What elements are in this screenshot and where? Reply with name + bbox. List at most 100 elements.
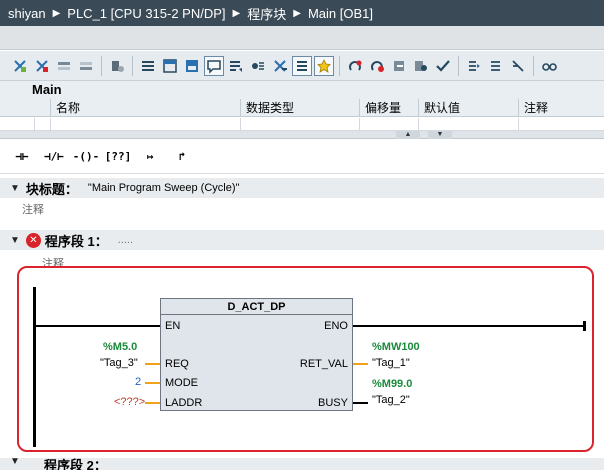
breadcrumb-plc[interactable]: PLC_1 [CPU 315-2 PN/DP]	[67, 6, 225, 21]
breadcrumb-project[interactable]: shiyan	[8, 6, 46, 21]
column-comment[interactable]: 注释	[518, 99, 604, 117]
interface-splitter[interactable]: ▲ ▼	[0, 131, 604, 139]
collapse-up-icon[interactable]: ▲	[396, 131, 420, 139]
en-wire	[36, 325, 160, 327]
interface-empty-row[interactable]	[0, 118, 604, 131]
operand-display-icon[interactable]	[226, 56, 246, 76]
column-default-value[interactable]: 默认值	[418, 99, 518, 117]
network-1-title[interactable]: .....	[118, 234, 133, 246]
empty-box-icon[interactable]: [??]	[104, 144, 132, 170]
nc-contact-icon[interactable]: ⊣/⊢	[40, 144, 68, 170]
insert-network-icon[interactable]	[10, 56, 30, 76]
collapse-caret-icon[interactable]: ▼	[10, 183, 20, 194]
pin-en: EN	[165, 320, 181, 332]
rung-end-marker	[583, 321, 586, 331]
interface-cell	[50, 118, 51, 131]
monitoring-glasses-icon[interactable]	[539, 56, 559, 76]
column-name[interactable]: 名称	[50, 99, 240, 117]
mode-wire	[145, 382, 160, 384]
compare-icon[interactable]	[411, 56, 431, 76]
req-wire	[145, 363, 160, 365]
window-split-icon[interactable]	[160, 56, 180, 76]
delete-call-icon[interactable]	[367, 56, 387, 76]
no-contact-icon[interactable]: ⊣⊢	[8, 144, 36, 170]
close-branch-icon[interactable]: ↱	[168, 144, 196, 170]
editor-header-strip	[0, 26, 604, 50]
breadcrumb-separator-icon: ▶	[232, 7, 241, 19]
busy-operand-symbol[interactable]: "Tag_2"	[372, 394, 410, 406]
pin-req: REQ	[165, 358, 189, 370]
interface-cell	[34, 118, 35, 131]
column-data-type[interactable]: 数据类型	[240, 99, 359, 117]
delete-network-icon[interactable]	[32, 56, 52, 76]
retval-operand-address[interactable]: %MW100	[372, 341, 420, 353]
interface-cell	[518, 118, 519, 131]
step-icon[interactable]	[486, 56, 506, 76]
breadcrumb-separator-icon: ▶	[293, 7, 301, 19]
block-title-section[interactable]: ▼ 块标题： "Main Program Sweep (Cycle)"	[0, 178, 604, 198]
open-call-icon[interactable]	[345, 56, 365, 76]
breadcrumb-separator-icon: ▶	[52, 7, 61, 19]
laddr-operand-value[interactable]: <???>	[114, 396, 145, 408]
insert-row-icon[interactable]	[54, 56, 74, 76]
coil-icon[interactable]: -()-	[72, 144, 100, 170]
toolbar-separator	[458, 55, 459, 76]
network-2-section[interactable]: ▼ 程序段 2：	[0, 458, 604, 470]
align-list-icon[interactable]	[138, 56, 158, 76]
eno-wire	[353, 325, 585, 327]
block-comment[interactable]: 注释	[22, 201, 44, 217]
network-1-section[interactable]: ▼ ✕ 程序段 1： .....	[0, 230, 604, 250]
block-title-label: 块标题：	[25, 181, 78, 197]
star-favorite-icon[interactable]	[314, 55, 334, 76]
network-2-label: 程序段 2：	[44, 458, 107, 470]
monitor-icon[interactable]	[433, 56, 453, 76]
interface-cell	[418, 118, 419, 131]
add-row-icon[interactable]	[76, 56, 96, 76]
interface-cell	[240, 118, 241, 131]
toolbar-separator	[101, 55, 102, 76]
pin-ret-val: RET_VAL	[299, 358, 348, 370]
req-operand-symbol[interactable]: "Tag_3"	[100, 357, 138, 369]
breadcrumb-program-blocks[interactable]: 程序块	[247, 4, 286, 23]
pin-mode: MODE	[165, 377, 198, 389]
function-block[interactable]: D_ACT_DP EN REQ MODE LADDR ENO RET_VAL B…	[160, 298, 353, 411]
pin-laddr: LADDR	[165, 397, 203, 409]
network-1-label: 程序段 1：	[44, 233, 108, 249]
breadcrumb: shiyan ▶ PLC_1 [CPU 315-2 PN/DP] ▶ 程序块 ▶…	[0, 0, 604, 26]
absolute-operand-icon[interactable]	[248, 56, 268, 76]
plc-tag-icon[interactable]	[107, 56, 127, 76]
window-tile-icon[interactable]	[182, 56, 202, 76]
pin-busy: BUSY	[318, 397, 348, 409]
comment-toggle-icon[interactable]	[204, 55, 224, 76]
laddr-wire	[145, 402, 160, 404]
breadcrumb-main-ob1[interactable]: Main [OB1]	[308, 6, 373, 21]
open-branch-icon[interactable]: ↦	[136, 144, 164, 170]
network-overview-icon[interactable]	[292, 55, 312, 76]
breakpoint-icon[interactable]	[464, 56, 484, 76]
function-block-name[interactable]: D_ACT_DP	[161, 299, 352, 315]
toolbar-separator	[132, 55, 133, 76]
toolbar-separator	[533, 55, 534, 76]
step-over-icon[interactable]	[508, 56, 528, 76]
toolbar-separator	[339, 55, 340, 76]
go-to-icon[interactable]	[389, 56, 409, 76]
favorites-icon[interactable]	[270, 56, 290, 76]
retval-operand-symbol[interactable]: "Tag_1"	[372, 357, 410, 369]
interface-header: 名称 数据类型 偏移量 默认值 注释	[0, 99, 604, 117]
req-operand-address[interactable]: %M5.0	[103, 341, 137, 353]
interface-title: Main	[0, 81, 604, 99]
busy-operand-address[interactable]: %M99.0	[372, 378, 412, 390]
column-offset[interactable]: 偏移量	[359, 99, 418, 117]
mode-operand-value[interactable]: 2	[135, 376, 141, 388]
editor-toolbar	[0, 51, 604, 81]
expand-down-icon[interactable]: ▼	[428, 131, 452, 139]
interface-cell	[359, 118, 360, 131]
error-icon: ✕	[25, 232, 41, 248]
collapse-caret-icon[interactable]: ▼	[10, 458, 20, 467]
block-title-value[interactable]: "Main Program Sweep (Cycle)"	[88, 182, 239, 194]
collapse-caret-icon[interactable]: ▼	[10, 235, 20, 246]
power-rail	[33, 287, 36, 447]
pin-eno: ENO	[324, 320, 348, 332]
lad-instruction-toolbar: ⊣⊢ ⊣/⊢ -()- [??] ↦ ↱	[0, 140, 604, 174]
busy-wire	[353, 402, 368, 404]
